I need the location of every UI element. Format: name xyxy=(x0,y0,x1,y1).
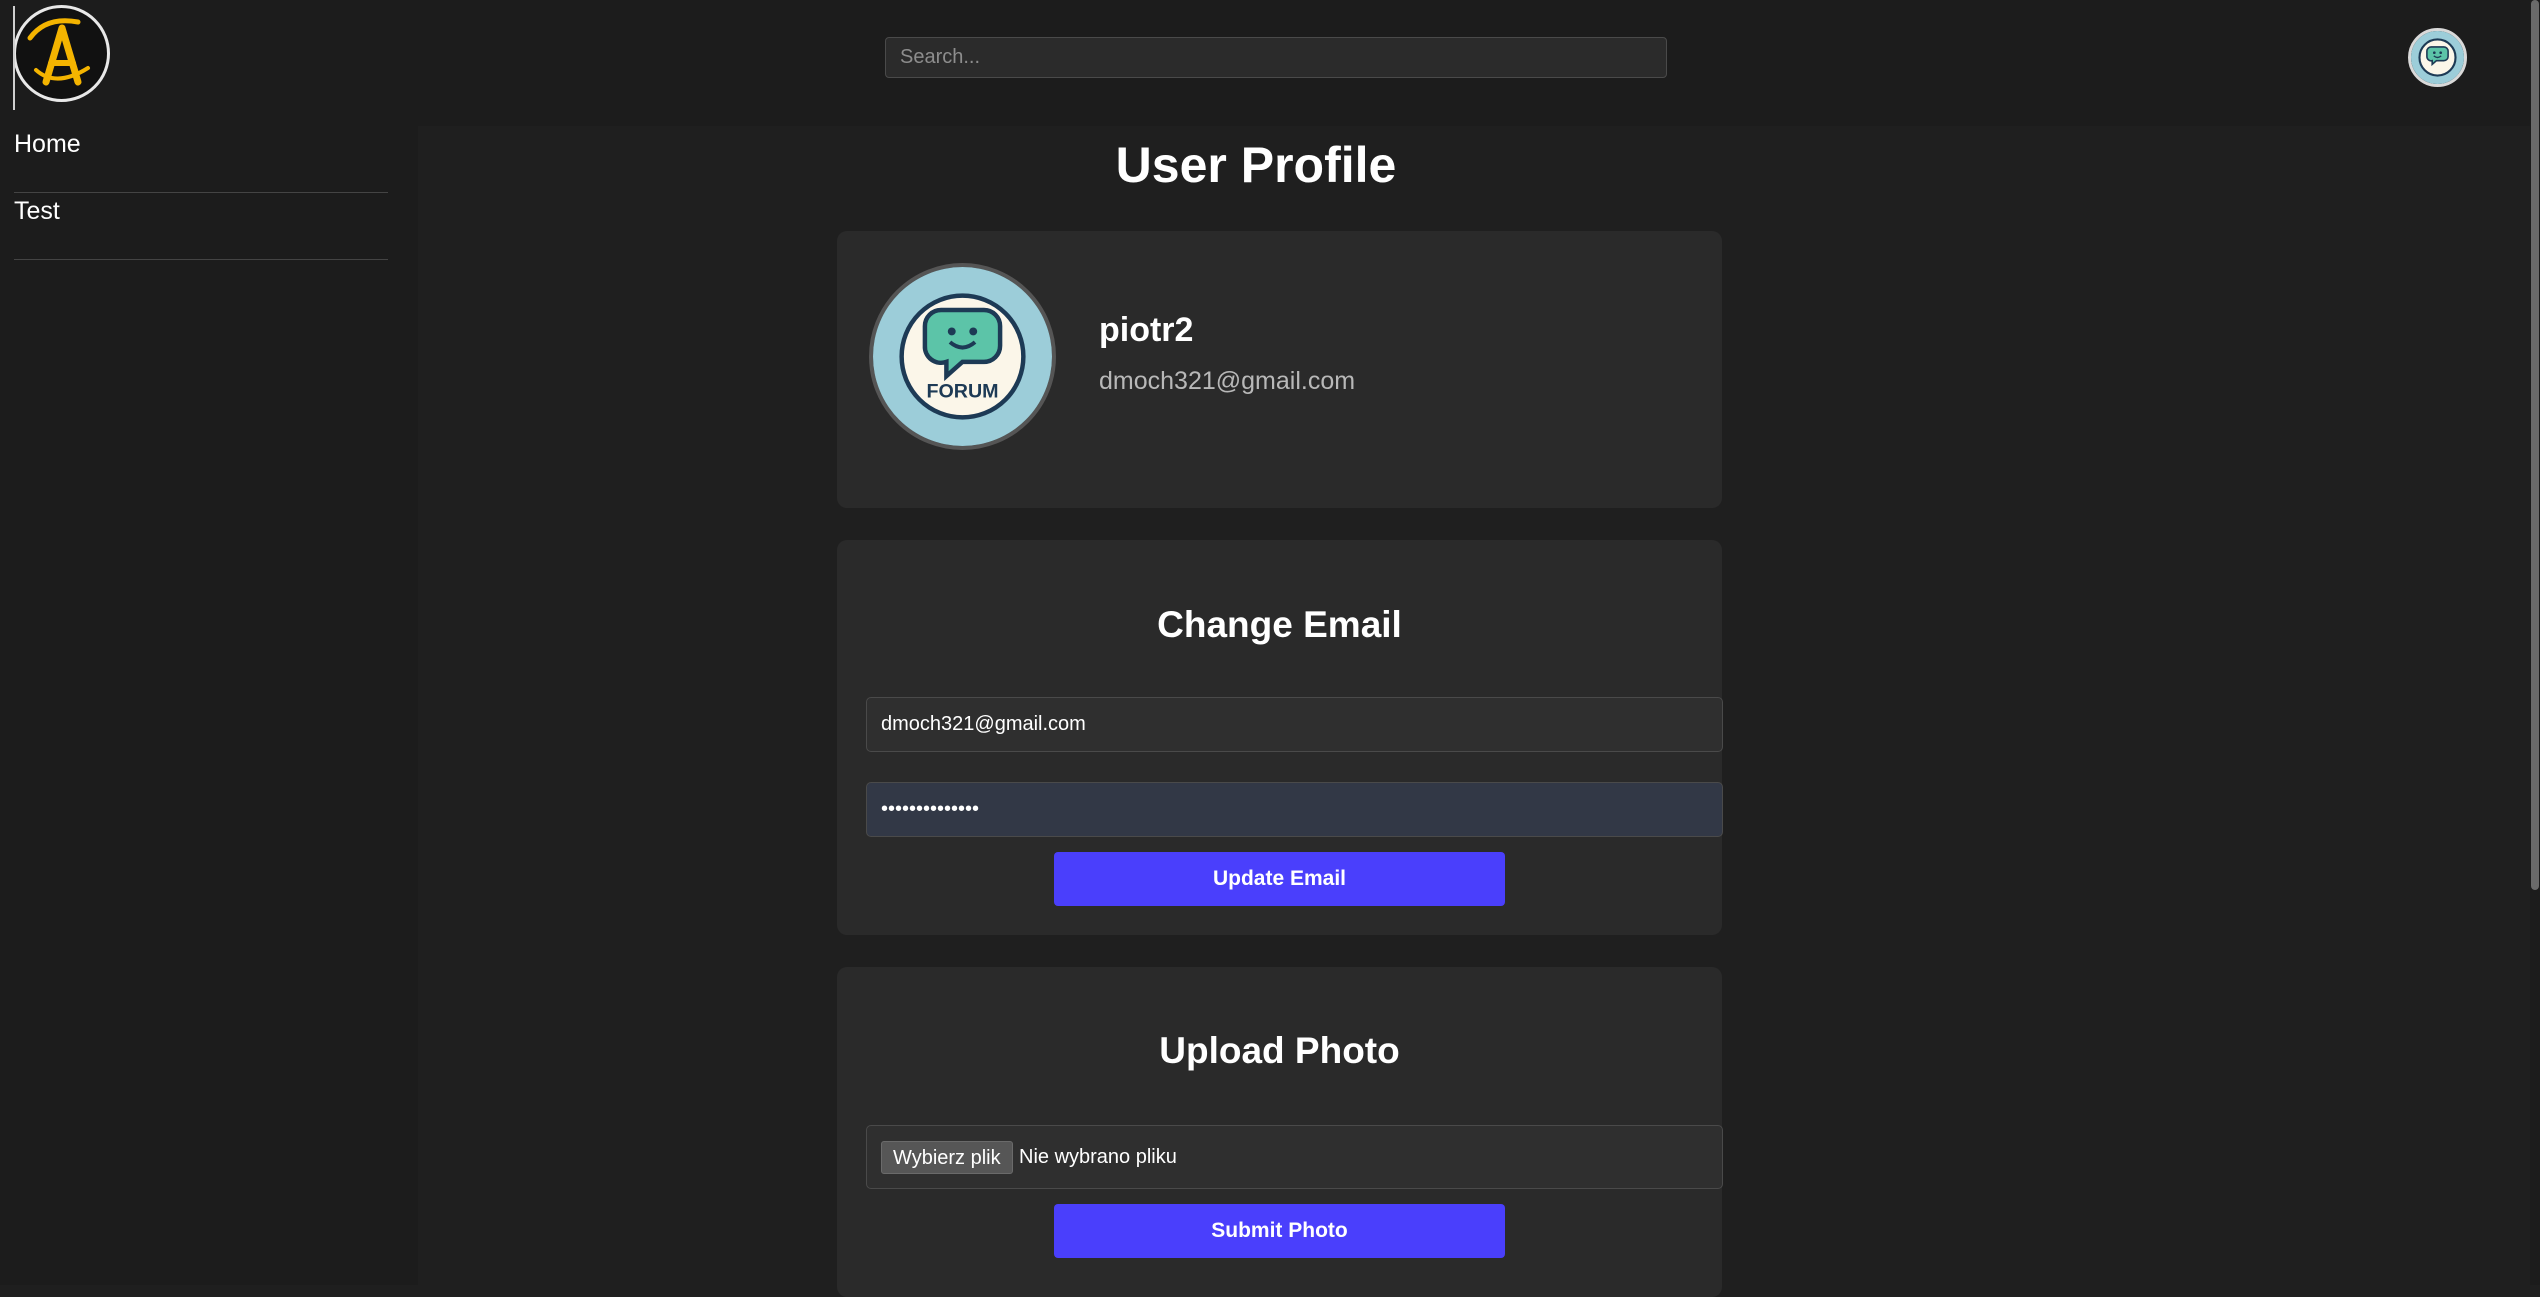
update-email-button[interactable]: Update Email xyxy=(1054,852,1505,906)
upload-photo-title: Upload Photo xyxy=(1159,1030,1400,1071)
sidebar-item-label: Test xyxy=(14,197,60,225)
password-field[interactable] xyxy=(866,782,1723,837)
sidebar-item-test[interactable]: Test xyxy=(14,193,388,260)
site-logo[interactable] xyxy=(13,5,110,102)
file-input[interactable]: Wybierz plik Nie wybrano pliku xyxy=(866,1125,1723,1189)
choose-file-button[interactable]: Wybierz plik xyxy=(881,1141,1013,1174)
profile-card: FORUM piotr2 dmoch321@gmail.com xyxy=(837,231,1722,508)
forum-avatar-icon: FORUM xyxy=(873,267,1052,446)
forum-avatar-icon xyxy=(2411,31,2464,84)
upload-photo-card: Upload Photo Wybierz plik Nie wybrano pl… xyxy=(837,967,1723,1297)
profile-avatar: FORUM xyxy=(869,263,1056,450)
sidebar-item-home[interactable]: Home xyxy=(14,126,388,193)
top-bar xyxy=(0,0,2540,126)
page-title: User Profile xyxy=(1115,137,1397,193)
submit-photo-button[interactable]: Submit Photo xyxy=(1054,1204,1505,1258)
sidebar-item-label: Home xyxy=(14,130,81,158)
change-email-title: Change Email xyxy=(1157,604,1402,645)
user-email: dmoch321@gmail.com xyxy=(1099,367,1356,395)
search-input[interactable] xyxy=(885,37,1667,78)
change-email-card: Change Email Update Email xyxy=(837,540,1723,935)
logo-icon xyxy=(17,9,106,98)
file-status: Nie wybrano pliku xyxy=(1019,1146,1177,1168)
user-avatar-button[interactable] xyxy=(2408,28,2467,87)
logo-divider xyxy=(13,6,15,110)
avatar-text: FORUM xyxy=(926,381,998,403)
sidebar: Home Test xyxy=(0,126,418,1285)
email-field[interactable] xyxy=(866,697,1723,752)
scrollbar-thumb[interactable] xyxy=(2531,0,2539,890)
username: piotr2 xyxy=(1099,311,1194,349)
